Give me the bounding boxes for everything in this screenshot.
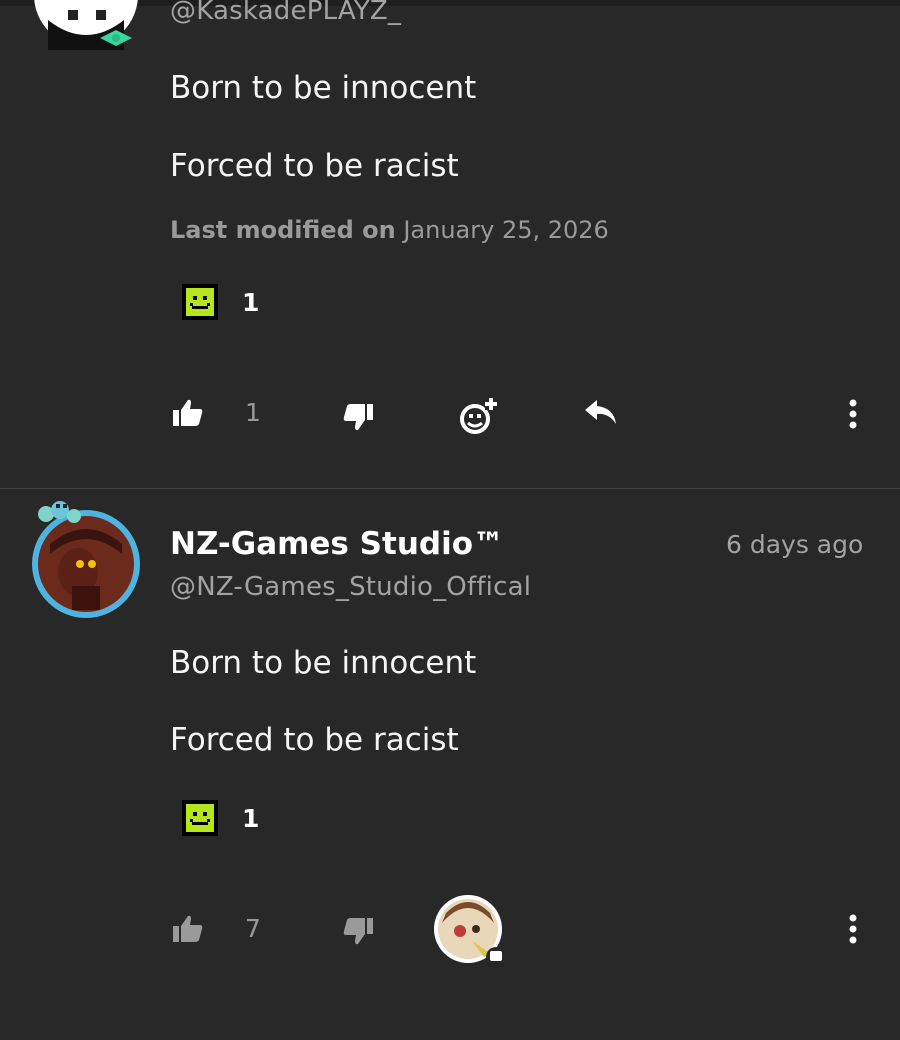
last-modified-date: January 25, 2026 xyxy=(403,216,609,244)
more-options-icon[interactable] xyxy=(846,399,860,429)
thumbs-down-icon[interactable] xyxy=(342,402,374,432)
comment-text-line-2: Forced to be racist xyxy=(170,148,459,184)
last-modified: Last modified on January 25, 2026 xyxy=(170,216,609,244)
comment-handle[interactable]: @NZ-Games_Studio_Offical xyxy=(170,572,531,602)
user-avatar[interactable] xyxy=(20,494,150,624)
comment-divider xyxy=(0,488,900,489)
replier-avatar[interactable] xyxy=(432,893,512,969)
comment-text-line-2: Forced to be racist xyxy=(170,722,459,758)
last-modified-label: Last modified on xyxy=(170,216,396,244)
reply-icon[interactable] xyxy=(583,398,619,426)
thumbs-up-icon[interactable] xyxy=(172,914,204,944)
user-avatar[interactable] xyxy=(28,0,148,55)
comment-text-line-1: Born to be innocent xyxy=(170,645,477,681)
comment-handle[interactable]: @KaskadePLAYZ_ xyxy=(170,0,401,26)
more-options-icon[interactable] xyxy=(846,914,860,944)
reaction-count: 1 xyxy=(242,288,260,317)
smiley-emoji-icon[interactable] xyxy=(182,800,218,836)
like-count: 7 xyxy=(245,914,261,943)
smiley-emoji-icon[interactable] xyxy=(182,284,218,320)
comment-timestamp: 6 days ago xyxy=(726,530,864,559)
like-count: 1 xyxy=(245,398,261,427)
comment-text-line-1: Born to be innocent xyxy=(170,70,477,106)
thumbs-down-icon[interactable] xyxy=(342,916,374,946)
add-reaction-icon[interactable] xyxy=(458,396,498,436)
comment-author-name[interactable]: NZ-Games Studio™ xyxy=(170,526,504,562)
thumbs-up-icon[interactable] xyxy=(172,398,204,428)
reaction-count: 1 xyxy=(242,804,260,833)
